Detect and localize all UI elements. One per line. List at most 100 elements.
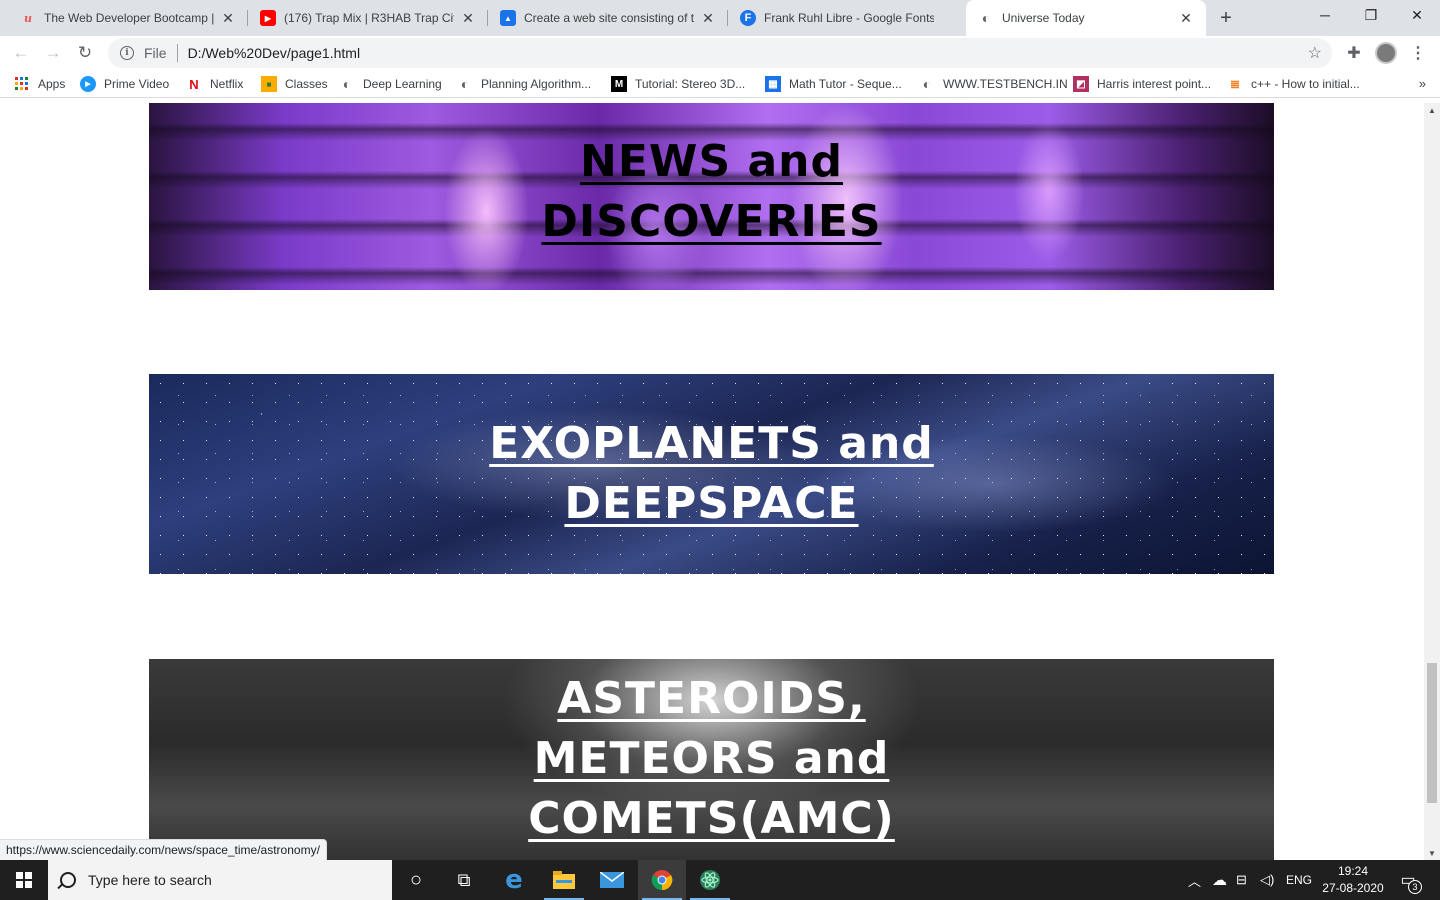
link-status-bubble: https://www.sciencedaily.com/news/space_… (0, 839, 327, 860)
bookmark-label: WWW.TESTBENCH.IN (943, 77, 1068, 91)
netflix-icon: N (189, 76, 199, 92)
extensions-puzzle-icon[interactable]: ✚ (1343, 42, 1365, 64)
minimize-button[interactable]: ─ (1302, 0, 1348, 30)
globe-icon: ◐ (981, 10, 991, 26)
bookmark-harris[interactable]: ◩ Harris interest point... (1073, 74, 1211, 94)
bookmark-label: Planning Algorithm... (481, 77, 592, 91)
url-text[interactable]: D:/Web%20Dev/page1.html (188, 45, 361, 61)
bookmark-classes[interactable]: ■ Classes (261, 74, 328, 94)
forward-button[interactable]: → (40, 40, 66, 66)
bookmark-label: Harris interest point... (1097, 77, 1212, 91)
chrome-icon[interactable] (638, 860, 686, 900)
exoplanets-deepspace-banner: EXOPLANETS and DEEPSPACE (149, 374, 1274, 574)
mail-icon[interactable] (588, 860, 636, 900)
tab-title: The Web Developer Bootcamp | U (44, 11, 214, 25)
globe-icon: ◐ (460, 76, 470, 92)
onedrive-cloud-icon[interactable]: ☁ (1212, 860, 1227, 900)
udemy-icon: u (24, 11, 32, 25)
tab-universe-today[interactable]: ◐ Universe Today ✕ (966, 0, 1206, 36)
exoplanets-deepspace-link[interactable]: EXOPLANETS and DEEPSPACE (452, 414, 972, 534)
globe-icon: ◐ (342, 76, 352, 92)
taskbar-clock[interactable]: 19:24 27-08-2020 (1318, 863, 1388, 897)
bookmark-label: Tutorial: Stereo 3D... (635, 77, 746, 91)
profile-avatar[interactable] (1375, 42, 1397, 64)
clock-time: 19:24 (1337, 864, 1369, 878)
classroom-icon: ▲ (500, 10, 516, 26)
bookmark-testbench[interactable]: ◐ WWW.TESTBENCH.IN (919, 74, 1068, 94)
info-icon[interactable]: i (120, 46, 134, 60)
reload-button[interactable]: ↻ (72, 40, 98, 66)
bookmark-stereo-3d[interactable]: M Tutorial: Stereo 3D... (611, 74, 745, 94)
scroll-down-arrow-icon[interactable]: ▼ (1424, 846, 1440, 860)
browser-toolbar: ← → ↻ i File D:/Web%20Dev/page1.html ☆ ✚… (0, 36, 1440, 70)
windows-taskbar: Type here to search ○ ⧉ e ︿ ☁ ⊟ ◁) ENG 1… (0, 860, 1440, 900)
tray-chevron-icon[interactable]: ︿ (1188, 860, 1201, 900)
tab-google-fonts[interactable]: F Frank Ruhl Libre - Google Fonts ✕ (728, 0, 968, 36)
tab-web-developer-bootcamp[interactable]: u The Web Developer Bootcamp | U ✕ (8, 0, 248, 36)
close-icon[interactable]: ✕ (1178, 10, 1194, 26)
bookmark-deep-learning[interactable]: ◐ Deep Learning (339, 74, 442, 94)
network-icon[interactable]: ⊟ (1236, 860, 1247, 900)
atom-icon[interactable] (686, 860, 734, 900)
volume-icon[interactable]: ◁) (1260, 860, 1274, 900)
url-scheme: File (144, 45, 167, 61)
search-placeholder: Type here to search (88, 872, 212, 888)
bookmark-math-tutor[interactable]: ▦ Math Tutor - Seque... (765, 74, 902, 94)
tab-create-web-site[interactable]: ▲ Create a web site consisting of tw ✕ (488, 0, 728, 36)
close-icon[interactable]: ✕ (460, 10, 476, 26)
bookmark-apps[interactable]: Apps (14, 74, 65, 94)
page-viewport: NEWS and DISCOVERIES EXOPLANETS and DEEP… (0, 103, 1424, 860)
bookmark-netflix[interactable]: N Netflix (186, 74, 243, 94)
bookmark-label: c++ - How to initial... (1251, 77, 1360, 91)
google-fonts-icon: F (740, 10, 756, 26)
stackoverflow-icon: ≣ (1229, 77, 1241, 91)
bookmark-star-icon[interactable]: ☆ (1308, 43, 1322, 63)
tab-title: (176) Trap Mix | R3HAB Trap City (284, 11, 454, 25)
window-close-button[interactable]: ✕ (1394, 0, 1440, 30)
close-icon[interactable]: ✕ (220, 10, 236, 26)
bookmark-label: Math Tutor - Seque... (789, 77, 902, 91)
harris-icon: ◩ (1073, 76, 1089, 92)
action-center-icon[interactable]: ▭ 3 (1396, 868, 1422, 894)
youtube-icon: ▶ (260, 10, 276, 26)
bookmark-prime-video[interactable]: ▶ Prime Video (80, 74, 169, 94)
news-discoveries-banner: NEWS and DISCOVERIES (149, 103, 1274, 290)
bookmark-label: Deep Learning (363, 77, 442, 91)
start-button[interactable] (0, 860, 48, 900)
new-tab-button[interactable]: + (1212, 6, 1240, 30)
scrollbar-thumb[interactable] (1427, 663, 1437, 803)
bookmark-label: Netflix (210, 77, 244, 91)
close-icon[interactable]: ✕ (700, 10, 716, 26)
m-logo-icon: M (611, 76, 627, 92)
math-tutor-icon: ▦ (765, 76, 781, 92)
globe-icon: ◐ (922, 76, 932, 92)
asteroids-meteors-comets-link[interactable]: ASTEROIDS, METEORS and COMETS(AMC) (502, 669, 922, 849)
tab-strip: u The Web Developer Bootcamp | U ✕ ▶ (17… (0, 0, 1440, 36)
apps-grid-icon (14, 76, 30, 92)
taskbar-search-box[interactable]: Type here to search (48, 860, 392, 900)
restore-button[interactable]: ❐ (1348, 0, 1394, 30)
task-view-icon[interactable]: ⧉ (440, 860, 488, 900)
menu-kebab-icon[interactable]: ⋮ (1407, 42, 1429, 64)
bookmarks-bar: Apps ▶ Prime Video N Netflix ■ Classes ◐… (0, 70, 1440, 98)
news-discoveries-link[interactable]: NEWS and DISCOVERIES (502, 132, 922, 252)
scroll-up-arrow-icon[interactable]: ▲ (1424, 103, 1440, 117)
edge-icon[interactable]: e (490, 860, 538, 900)
bookmark-planning-algorithms[interactable]: ◐ Planning Algorithm... (457, 74, 591, 94)
cortana-icon[interactable]: ○ (392, 860, 440, 900)
file-explorer-icon[interactable] (540, 860, 588, 900)
bookmark-label: Prime Video (104, 77, 170, 91)
address-bar[interactable]: i File D:/Web%20Dev/page1.html ☆ (108, 38, 1332, 68)
classroom-icon: ■ (261, 76, 277, 92)
tab-title: Frank Ruhl Libre - Google Fonts (764, 11, 934, 25)
language-indicator[interactable]: ENG (1286, 860, 1312, 900)
bookmarks-overflow-chevron-icon[interactable]: » (1419, 76, 1426, 91)
bookmark-cpp-initial[interactable]: ≣ c++ - How to initial... (1227, 74, 1360, 94)
windows-logo-icon (16, 872, 32, 888)
tab-title: Universe Today (1002, 11, 1085, 25)
vertical-scrollbar[interactable]: ▲ ▼ (1424, 103, 1440, 860)
back-button[interactable]: ← (8, 40, 34, 66)
prime-video-icon: ▶ (80, 76, 96, 92)
notification-count-badge: 3 (1408, 880, 1422, 894)
tab-trap-mix[interactable]: ▶ (176) Trap Mix | R3HAB Trap City ✕ (248, 0, 488, 36)
